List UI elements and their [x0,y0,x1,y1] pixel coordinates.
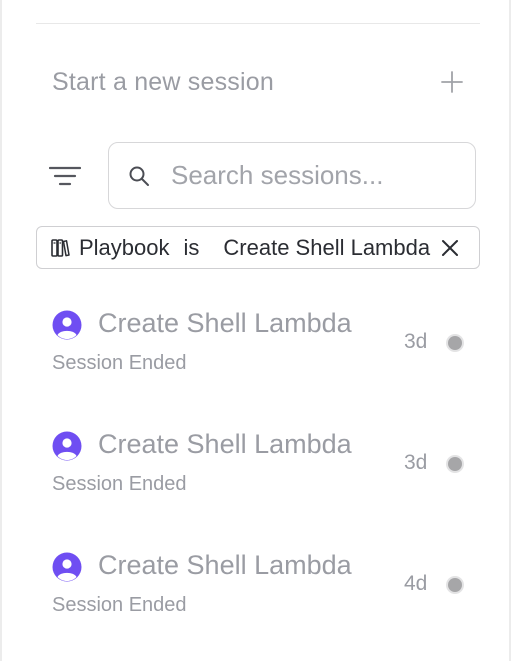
playbook-icon [49,237,71,259]
session-list-item[interactable]: Create Shell Lambda Session Ended 4d [42,546,482,636]
session-age: 3d [404,330,428,353]
status-dot [448,457,462,471]
search-icon [127,164,151,188]
session-sidebar: Start a new session Search sessions... P… [0,0,511,661]
filter-field: Playbook [79,234,170,260]
session-age: 4d [404,572,428,595]
session-list-item[interactable]: Create Shell Lambda Session Ended 3d [42,304,482,394]
session-title: Create Shell Lambda [98,429,352,459]
session-status: Session Ended [52,594,187,616]
session-title: Create Shell Lambda [98,308,352,338]
active-filter-chip[interactable]: Playbook is Create Shell Lambda [36,226,480,269]
search-input[interactable] [171,160,451,191]
session-list-item[interactable]: Create Shell Lambda Session Ended 3d [42,425,482,515]
session-title: Create Shell Lambda [98,550,352,580]
close-icon[interactable] [437,235,463,261]
user-avatar-icon [52,552,82,582]
filter-operator: is [183,234,200,260]
session-age: 3d [404,451,428,474]
status-dot [448,336,462,350]
plus-icon[interactable] [440,70,464,94]
new-session-button[interactable]: Start a new session [52,62,464,102]
filter-value: Create Shell Lambda [223,234,431,260]
user-avatar-icon [52,310,82,340]
session-status: Session Ended [52,473,187,495]
filter-icon[interactable] [48,162,82,190]
top-divider [36,23,480,24]
search-box[interactable] [108,142,476,209]
status-dot [448,578,462,592]
new-session-label: Start a new session [52,67,274,96]
user-avatar-icon [52,431,82,461]
session-status: Session Ended [52,352,187,374]
